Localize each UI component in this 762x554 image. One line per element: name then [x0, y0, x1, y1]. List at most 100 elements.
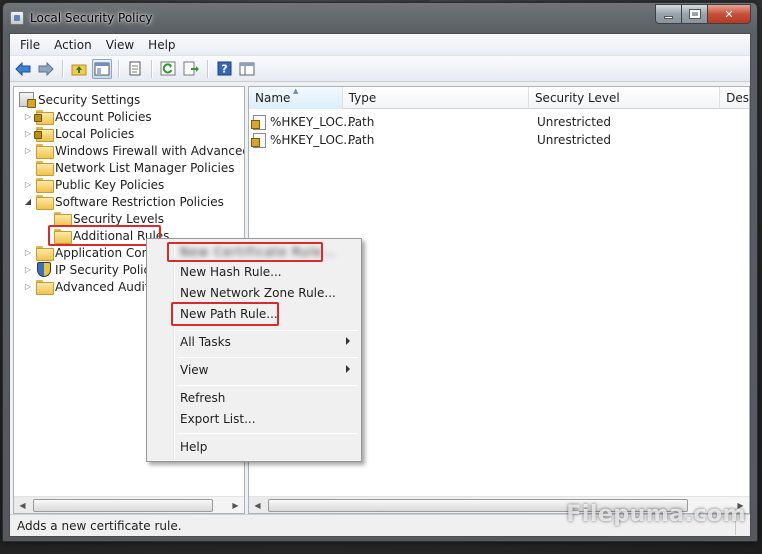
no-expander: [40, 213, 52, 225]
expand-arrow-icon[interactable]: ▷: [22, 128, 34, 140]
maximize-icon: [688, 9, 701, 19]
scroll-left-icon[interactable]: ◀: [249, 497, 266, 513]
menu-label: Export List...: [180, 412, 256, 426]
column-label: Security Level: [534, 91, 620, 105]
menu-label: View: [180, 363, 209, 377]
refresh-button[interactable]: [158, 59, 178, 79]
caption-buttons: ✕: [655, 4, 751, 24]
locked-folder-icon: [34, 110, 54, 125]
toolbar-separator: [151, 59, 152, 78]
row-type: Path: [348, 115, 375, 129]
minimize-icon: [664, 15, 673, 19]
list-row[interactable]: %HKEY_LOC... Path Unrestricted: [249, 113, 731, 131]
menu-item-new-hash-rule[interactable]: New Hash Rule...: [149, 262, 359, 282]
scroll-thumb[interactable]: [33, 498, 213, 512]
watermark: Filepuma.com: [566, 502, 746, 527]
properties-button[interactable]: [125, 59, 145, 79]
tree-item-account-policies[interactable]: ▷ Account Policies: [22, 108, 152, 125]
menu-label: Help: [180, 440, 208, 454]
column-header-description[interactable]: Des: [720, 87, 749, 109]
expand-arrow-icon[interactable]: ▷: [22, 145, 34, 157]
tree-label: Software Restriction Policies: [55, 194, 224, 209]
forward-arrow-icon: [38, 61, 54, 76]
show-hide-console-tree-button[interactable]: [92, 58, 112, 79]
expand-arrow-icon[interactable]: ▷: [22, 179, 34, 191]
tree-label: Local Policies: [55, 126, 135, 141]
close-icon: ✕: [724, 7, 734, 21]
tree-label: Windows Firewall with Advanced Securi: [55, 143, 245, 158]
title-bar[interactable]: Local Security Policy ✕: [3, 3, 757, 33]
menu-item-view[interactable]: View: [149, 360, 359, 380]
menu-item-export-list[interactable]: Export List...: [149, 409, 359, 429]
tree-item-ip-security-policies[interactable]: ▷ IP Security Policie: [22, 261, 161, 278]
submenu-arrow-icon: [346, 337, 350, 345]
expand-arrow-icon[interactable]: ▷: [22, 264, 34, 276]
collapse-arrow-icon[interactable]: ◢: [22, 196, 34, 208]
mmc-view-button[interactable]: [237, 59, 257, 79]
menu-item-new-network-zone-rule[interactable]: New Network Zone Rule...: [149, 283, 359, 303]
menu-help[interactable]: Help: [141, 36, 182, 54]
path-rule-icon: [251, 114, 266, 130]
show-hide-tree-icon: [94, 62, 110, 75]
menu-item-help[interactable]: Help: [149, 437, 359, 457]
tree-item-local-policies[interactable]: ▷ Local Policies: [22, 125, 134, 142]
column-label: Type: [348, 91, 377, 105]
ip-security-shield-icon: [37, 262, 51, 277]
list-header: ▲ Name Type Security Level Des: [249, 87, 749, 109]
minimize-button[interactable]: [655, 4, 682, 24]
column-header-type[interactable]: Type: [343, 87, 529, 109]
refresh-icon: [160, 61, 176, 76]
export-list-icon: [183, 61, 199, 76]
tree-horizontal-scrollbar[interactable]: ◀ ▶: [14, 496, 244, 513]
help-icon: ?: [217, 61, 231, 76]
path-rule-icon: [251, 132, 266, 148]
column-header-security-level[interactable]: Security Level: [529, 87, 721, 109]
expand-arrow-icon[interactable]: ▷: [22, 247, 34, 259]
mmc-view-icon: [239, 62, 255, 75]
up-one-level-button[interactable]: [69, 59, 89, 79]
help-button[interactable]: ?: [214, 59, 234, 79]
tree-item-network-list-manager[interactable]: Network List Manager Policies: [22, 159, 235, 176]
expand-arrow-icon[interactable]: ▷: [22, 111, 34, 123]
column-header-name[interactable]: ▲ Name: [249, 87, 343, 109]
tree-item-software-restriction-policies[interactable]: ◢ Software Restriction Policies: [22, 193, 224, 210]
toolbar-separator: [62, 59, 63, 78]
tree-label: IP Security Policie: [55, 262, 161, 277]
menu-label: All Tasks: [180, 335, 231, 349]
folder-icon: [36, 195, 54, 210]
back-button[interactable]: [13, 59, 33, 79]
menu-item-all-tasks[interactable]: All Tasks: [149, 332, 359, 352]
tree-item-security-settings[interactable]: Security Settings: [19, 91, 140, 108]
tree-label: Account Policies: [55, 109, 152, 124]
toolbar-separator: [118, 59, 119, 78]
menu-file[interactable]: File: [13, 36, 47, 54]
expand-arrow-icon[interactable]: ▷: [22, 281, 34, 293]
column-label: Des: [726, 91, 749, 105]
close-button[interactable]: ✕: [708, 4, 751, 24]
menu-view[interactable]: View: [99, 36, 141, 54]
tree-label: Security Settings: [38, 92, 141, 107]
maximize-button[interactable]: [682, 4, 708, 24]
folder-icon: [36, 280, 54, 295]
folder-icon: [36, 144, 54, 159]
locked-folder-icon: [34, 127, 54, 142]
export-list-button[interactable]: [181, 59, 201, 79]
app-icon: [10, 11, 24, 25]
row-security-level: Unrestricted: [537, 133, 611, 147]
tree-item-public-key-policies[interactable]: ▷ Public Key Policies: [22, 176, 164, 193]
forward-button[interactable]: [36, 59, 56, 79]
row-security-level: Unrestricted: [537, 115, 611, 129]
menu-action[interactable]: Action: [47, 36, 99, 54]
up-folder-icon: [71, 64, 87, 76]
tree-label: Public Key Policies: [55, 177, 165, 192]
security-settings-icon: [19, 92, 36, 108]
tree-item-application-control[interactable]: ▷ Application Contr: [22, 244, 159, 261]
menu-item-refresh[interactable]: Refresh: [149, 388, 359, 408]
row-name: %HKEY_LOC...: [270, 115, 355, 129]
additional-rules-highlight: [48, 225, 161, 246]
list-row[interactable]: %HKEY_LOC... Path Unrestricted: [249, 131, 731, 149]
tree-item-windows-firewall[interactable]: ▷ Windows Firewall with Advanced Securi: [22, 142, 245, 159]
scroll-right-icon[interactable]: ▶: [227, 497, 244, 513]
scroll-left-icon[interactable]: ◀: [14, 497, 31, 513]
sort-ascending-icon: ▲: [293, 87, 299, 95]
